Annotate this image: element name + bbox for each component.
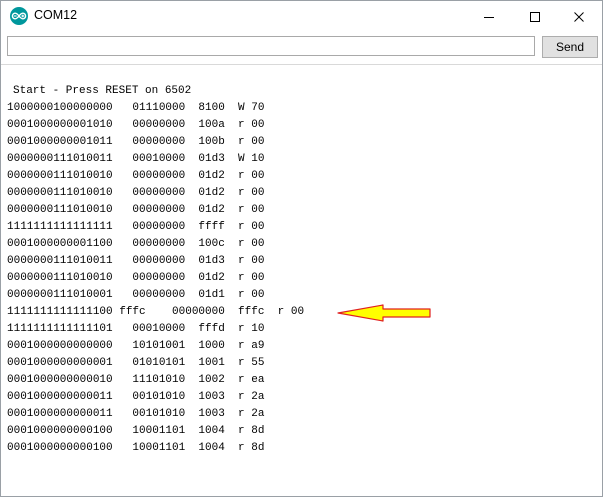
output-line: 0001000000000000 10101001 1000 r a9 <box>7 340 265 352</box>
serial-output-area[interactable]: Start - Press RESET on 6502 100000010000… <box>7 83 587 483</box>
window-title: COM12 <box>34 8 78 22</box>
output-line-highlighted: 1111111111111100 fffc 00000000 fffc r 00 <box>7 306 305 318</box>
output-line: 0001000000000100 10001101 1004 r 8d <box>7 425 265 437</box>
output-line: 0000000111010001 00000000 01d1 r 00 <box>7 289 265 301</box>
output-line: 0000000111010010 00000000 01d2 r 00 <box>7 170 265 182</box>
output-line: 0000000111010010 00000000 01d2 r 00 <box>7 187 265 199</box>
output-line: 0001000000000001 01010101 1001 r 55 <box>7 357 265 369</box>
output-line: 0000000111010010 00000000 01d2 r 00 <box>7 204 265 216</box>
arduino-infinity-icon <box>10 7 28 25</box>
maximize-button[interactable] <box>512 1 558 32</box>
output-line: 0001000000001010 00000000 100a r 00 <box>7 119 265 131</box>
output-line: 0000000111010011 00000000 01d3 r 00 <box>7 255 265 267</box>
output-line: 0000000111010010 00000000 01d2 r 00 <box>7 272 265 284</box>
title-bar[interactable]: COM12 <box>1 1 602 32</box>
send-button[interactable]: Send <box>542 36 598 58</box>
output-line: 0001000000001100 00000000 100c r 00 <box>7 238 265 250</box>
yellow-arrow-left-icon <box>337 304 431 322</box>
serial-monitor-window: COM12 Send Start - Press RESET on 6502 1… <box>0 0 603 497</box>
minimize-icon <box>484 16 494 18</box>
serial-send-input[interactable] <box>7 36 535 56</box>
minimize-button[interactable] <box>466 1 512 32</box>
output-line: 0001000000000011 00101010 1003 r 2a <box>7 391 265 403</box>
output-line: 1111111111111111 00000000 ffff r 00 <box>7 221 265 233</box>
close-button[interactable] <box>556 1 602 32</box>
output-line: 0001000000000100 10001101 1004 r 8d <box>7 442 265 454</box>
output-line: 1111111111111101 00010000 fffd r 10 <box>7 323 265 335</box>
maximize-icon <box>530 11 540 22</box>
output-line: 0001000000000010 11101010 1002 r ea <box>7 374 265 386</box>
output-header: Start - Press RESET on 6502 <box>13 85 192 97</box>
close-icon <box>574 11 584 22</box>
output-line: 0000000111010011 00010000 01d3 W 10 <box>7 153 265 165</box>
output-line: 0001000000001011 00000000 100b r 00 <box>7 136 265 148</box>
output-line: 1000000100000000 01110000 8100 W 70 <box>7 102 265 114</box>
output-line: 0001000000000011 00101010 1003 r 2a <box>7 408 265 420</box>
divider <box>1 64 602 65</box>
